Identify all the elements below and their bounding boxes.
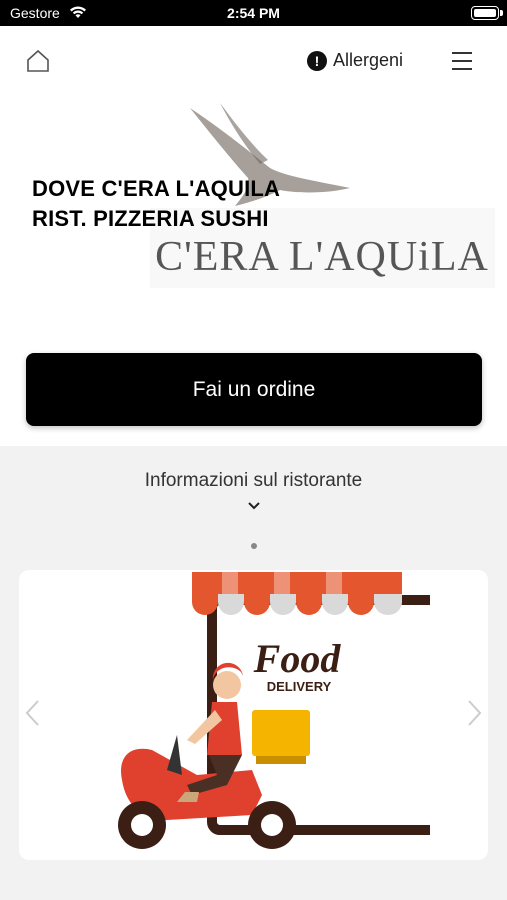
- carousel-page-dot[interactable]: [251, 543, 257, 549]
- image-carousel[interactable]: Food DELIVERY: [19, 570, 488, 860]
- nav-bar: ! Allergeni: [0, 26, 507, 98]
- battery-icon: [471, 6, 503, 20]
- restaurant-name-line1: DOVE C'ERA L'AQUILA: [32, 176, 281, 201]
- alert-icon: !: [307, 50, 327, 71]
- home-icon[interactable]: [25, 48, 51, 74]
- clock-label: 2:54 PM: [227, 5, 280, 21]
- carousel-prev-icon[interactable]: [23, 698, 43, 728]
- restaurant-name: DOVE C'ERA L'AQUILA RIST. PIZZERIA SUSHI: [32, 174, 280, 234]
- food-text: Food: [253, 636, 342, 681]
- carousel-next-icon[interactable]: [464, 698, 484, 728]
- logo-text: C'ERA L'AQUiLA: [155, 234, 489, 280]
- restaurant-name-line2: RIST. PIZZERIA SUSHI: [32, 206, 269, 231]
- info-section-title[interactable]: Informazioni sul ristorante: [0, 470, 507, 492]
- allergens-label: Allergeni: [333, 50, 404, 70]
- order-button[interactable]: Fai un ordine: [26, 353, 482, 426]
- allergens-button[interactable]: ! Allergeni: [307, 50, 403, 71]
- delivery-text: DELIVERY: [267, 679, 332, 694]
- info-section: Informazioni sul ristorante Food DELIVER…: [0, 446, 507, 900]
- status-bar: Gestore 2:54 PM: [0, 0, 507, 26]
- chevron-down-icon[interactable]: [246, 501, 262, 511]
- hero-banner: C'ERA L'AQUiLA DOVE C'ERA L'AQUILA RIST.…: [0, 98, 507, 338]
- food-delivery-image: Food DELIVERY: [118, 572, 430, 849]
- hamburger-menu-icon[interactable]: [452, 52, 472, 72]
